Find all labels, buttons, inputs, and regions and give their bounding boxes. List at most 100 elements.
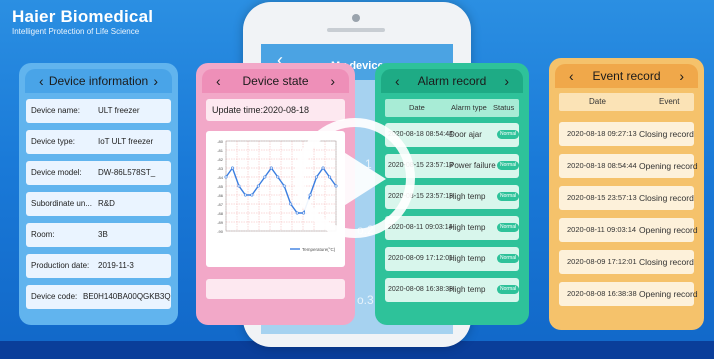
chevron-left-icon[interactable]: ‹ <box>569 64 574 88</box>
data-point <box>250 193 254 197</box>
info-value: BE0H140BA00QGKB3QLH <box>83 292 171 301</box>
event-table-header: Date Event <box>559 93 694 111</box>
column-header: Status <box>493 103 515 112</box>
alarm-type: High temp <box>449 285 486 294</box>
alarm-row[interactable]: 2020-08-11 09:03:14 High temp Normal <box>385 216 520 240</box>
event-row[interactable]: 2020-08-09 17:12:01 Closing record <box>559 250 694 274</box>
status-badge: Normal <box>497 161 520 170</box>
event-date: 2020-08-18 09:27:13 <box>567 129 637 138</box>
alarm-type: High temp <box>449 254 486 263</box>
card-title: Alarm record <box>417 74 487 88</box>
info-key: Production date: <box>31 261 90 270</box>
status-badge: Normal <box>497 192 520 201</box>
chevron-left-icon[interactable]: ‹ <box>395 69 400 93</box>
speaker-grille <box>327 28 385 32</box>
play-icon <box>342 151 386 207</box>
camera-icon <box>352 14 360 22</box>
event-row[interactable]: 2020-08-18 09:27:13 Closing record <box>559 122 694 146</box>
event-row[interactable]: 2020-08-18 08:54:44 Opening record <box>559 154 698 178</box>
chevron-right-icon[interactable]: › <box>504 69 509 93</box>
info-key: Subordinate un... <box>31 199 92 208</box>
info-row: Device code: BE0H140BA00QGKB3QLH <box>26 285 171 309</box>
alarm-date: 2020-08-09 17:12:01 <box>388 255 453 262</box>
event-type: Closing record <box>639 257 694 267</box>
device-slot-label: o.3 <box>357 293 374 307</box>
brand-logo: Haier Biomedical Intelligent Protection … <box>12 7 153 36</box>
card-header: ‹ Event record › <box>555 64 698 88</box>
event-date: 2020-08-18 08:54:44 <box>567 161 637 170</box>
chevron-right-icon[interactable]: › <box>330 69 335 93</box>
alarm-date: 2020-08-08 16:38:38 <box>388 286 453 293</box>
data-point <box>295 211 299 215</box>
event-date: 2020-08-09 17:12:01 <box>567 257 637 266</box>
data-point <box>263 175 267 179</box>
card-header: ‹ Alarm record › <box>381 69 523 93</box>
state-footer <box>206 279 345 299</box>
info-key: Device name: <box>31 106 80 115</box>
event-record-card: ‹ Event record › Date Event 2020-08-18 0… <box>549 58 704 330</box>
y-tick-label: -89 <box>217 220 224 225</box>
info-row: Device name: ULT freezer <box>26 99 171 123</box>
y-tick-label: -90 <box>217 229 224 234</box>
alarm-row[interactable]: 2020-08-09 17:12:01 High temp Normal <box>385 247 520 271</box>
event-row[interactable]: 2020-08-08 16:38:38 Opening record <box>559 282 698 306</box>
card-title: Event record <box>592 69 661 83</box>
data-point <box>256 184 260 188</box>
brand-name: Haier Biomedical <box>12 7 154 26</box>
alarm-type: Power failure <box>449 161 496 170</box>
alarm-row[interactable]: 2020-08-18 08:54:44 Door ajar Normal <box>385 123 520 147</box>
play-button[interactable] <box>295 118 415 238</box>
event-row[interactable]: 2020-08-15 23:57:13 Closing record <box>559 186 694 210</box>
chevron-left-icon[interactable]: ‹ <box>39 69 44 93</box>
status-badge: Normal <box>497 285 520 294</box>
event-type: Opening record <box>639 289 698 299</box>
data-point <box>243 193 247 197</box>
info-value: IoT ULT freezer <box>98 137 154 146</box>
column-header: Event <box>659 97 680 106</box>
info-key: Device code: <box>31 292 78 301</box>
device-information-card: ‹ Device information › Device name: ULT f… <box>19 63 178 325</box>
card-title: Device information <box>48 74 149 88</box>
y-tick-label: -80 <box>217 139 224 144</box>
info-value: 3B <box>98 230 108 239</box>
info-row: Device model: DW-86L578ST_ <box>26 161 171 185</box>
update-time: Update time:2020-08-18 <box>206 99 345 121</box>
info-row: Production date: 2019-11-3 <box>26 254 171 278</box>
info-row: Device type: IoT ULT freezer <box>26 130 171 154</box>
alarm-type: High temp <box>449 192 486 201</box>
info-value: ULT freezer <box>98 106 140 115</box>
event-type: Opening record <box>639 225 698 235</box>
data-point <box>269 166 273 170</box>
event-type: Closing record <box>639 129 694 139</box>
data-point <box>237 184 241 188</box>
y-tick-label: -87 <box>217 202 224 207</box>
event-row[interactable]: 2020-08-11 09:03:14 Opening record <box>559 218 698 242</box>
video-frame: Haier Biomedical Intelligent Protection … <box>0 0 714 359</box>
data-point <box>302 211 306 215</box>
info-key: Device type: <box>31 137 76 146</box>
chevron-right-icon[interactable]: › <box>153 69 158 93</box>
event-type: Closing record <box>639 193 694 203</box>
alarm-type: Door ajar <box>449 130 482 139</box>
alarm-row[interactable]: 2020-08-08 16:38:38 High temp Normal <box>385 278 520 302</box>
y-tick-label: -81 <box>217 148 224 153</box>
card-header: ‹ Device information › <box>25 69 172 93</box>
event-type: Opening record <box>639 161 698 171</box>
y-tick-label: -82 <box>217 157 224 162</box>
card-header: ‹ Device state › <box>202 69 349 93</box>
chevron-left-icon[interactable]: ‹ <box>216 69 221 93</box>
info-value: DW-86L578ST_ <box>98 168 156 177</box>
column-header: Date <box>589 97 606 106</box>
info-row: Room: 3B <box>26 223 171 247</box>
y-tick-label: -88 <box>217 211 224 216</box>
info-value: 2019-11-3 <box>98 261 134 270</box>
data-point <box>276 175 280 179</box>
info-row: Subordinate un... R&D <box>26 192 171 216</box>
chevron-right-icon[interactable]: › <box>679 64 684 88</box>
alarm-type: High temp <box>449 223 486 232</box>
column-header: Alarm type <box>451 103 487 112</box>
data-point <box>282 184 286 188</box>
card-title: Device state <box>242 74 309 88</box>
y-tick-label: -83 <box>217 166 224 171</box>
brand-tagline: Intelligent Protection of Life Science <box>12 27 140 36</box>
